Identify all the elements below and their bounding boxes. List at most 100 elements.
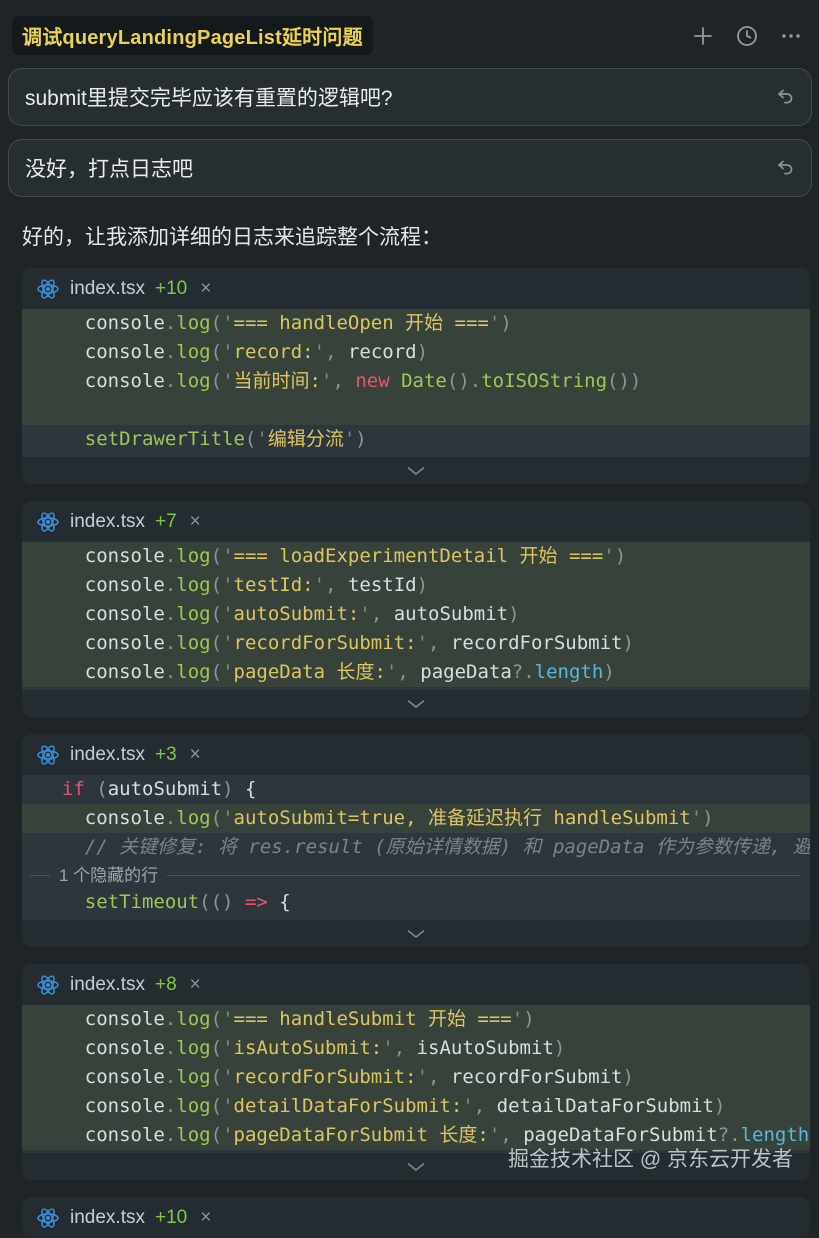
code-block-header: index.tsx +8 ×: [22, 964, 810, 1005]
code-token: log: [176, 661, 210, 683]
code-token: [39, 428, 85, 450]
code-token: setDrawerTitle: [85, 428, 245, 450]
collapsed-lines-indicator[interactable]: 1 个隐藏的行: [22, 862, 810, 888]
user-message: 没好，打点日志吧: [8, 139, 812, 197]
more-icon[interactable]: [779, 24, 803, 48]
code-line: console.log('=== handleSubmit 开始 ==='): [22, 1005, 810, 1034]
diff-added-count: +3: [155, 744, 177, 766]
code-token: ': [222, 545, 233, 567]
file-name[interactable]: index.tsx: [70, 511, 145, 533]
code-token: recordForSubmit:: [234, 632, 417, 654]
code-token: ().: [447, 370, 481, 392]
code-block-header: index.tsx +3 ×: [22, 734, 810, 775]
code-token: 编辑分流: [268, 428, 344, 450]
react-icon: [36, 1206, 60, 1230]
code-token: (: [211, 312, 222, 334]
code-line: console.log('pageData 长度:', pageData?.le…: [22, 658, 810, 687]
chevron-down-icon: [407, 699, 425, 709]
close-icon[interactable]: ×: [190, 974, 201, 996]
code-token: (: [211, 1008, 222, 1030]
code-token: console: [39, 603, 165, 625]
code-token: ): [508, 603, 519, 625]
code-token: (: [211, 545, 222, 567]
code-token: ,: [325, 341, 348, 363]
code-token: console: [39, 312, 165, 334]
code-token: ': [489, 1124, 500, 1146]
user-message: submit里提交完毕应该有重置的逻辑吧?: [8, 68, 812, 126]
code-token: ,: [397, 661, 420, 683]
code-token: isAutoSubmit:: [234, 1037, 383, 1059]
code-lines: console.log('=== handleOpen 开始 ===') con…: [22, 309, 810, 457]
file-name[interactable]: index.tsx: [70, 1207, 145, 1229]
code-token: ': [386, 661, 397, 683]
expand-code-button[interactable]: [22, 920, 810, 947]
code-token: ): [554, 1037, 565, 1059]
code-line: console.log('recordForSubmit:', recordFo…: [22, 629, 810, 658]
code-token: ': [222, 370, 233, 392]
code-token: console: [39, 661, 165, 683]
file-name[interactable]: index.tsx: [70, 974, 145, 996]
code-token: ': [603, 545, 614, 567]
code-token: ): [623, 1066, 634, 1088]
plus-icon[interactable]: [691, 24, 715, 48]
code-token: log: [176, 1066, 210, 1088]
code-block-header: index.tsx +10 ×: [22, 1197, 810, 1238]
code-token: log: [176, 807, 210, 829]
chevron-down-icon: [407, 1162, 425, 1172]
code-line: console.log('当前时间:', new Date().toISOStr…: [22, 367, 810, 396]
code-block-header: index.tsx +7 ×: [22, 501, 810, 542]
code-token: .: [165, 370, 176, 392]
code-diff-block: index.tsx +10 × console.log('=== handleO…: [22, 268, 810, 484]
code-token: length: [535, 661, 604, 683]
code-token: === handleSubmit 开始 ===: [234, 1008, 512, 1030]
code-token: .: [165, 1037, 176, 1059]
code-token: log: [176, 545, 210, 567]
code-token: pageData: [420, 661, 512, 683]
session-title[interactable]: 调试queryLandingPageList延时问题: [12, 16, 373, 55]
history-icon[interactable]: [735, 24, 759, 48]
code-token: === handleOpen 开始 ===: [234, 312, 489, 334]
code-token: log: [176, 370, 210, 392]
code-token: if: [62, 778, 85, 800]
code-token: log: [176, 1124, 210, 1146]
code-token: console: [39, 341, 165, 363]
code-line: console.log('autoSubmit:', autoSubmit): [22, 600, 810, 629]
code-token: .: [165, 545, 176, 567]
file-name[interactable]: index.tsx: [70, 744, 145, 766]
code-token: (: [211, 1037, 222, 1059]
code-token: ): [809, 1124, 810, 1146]
close-icon[interactable]: ×: [200, 278, 211, 300]
code-token: detailDataForSubmit: [497, 1095, 714, 1117]
code-token: recordForSubmit: [451, 632, 623, 654]
close-icon[interactable]: ×: [190, 744, 201, 766]
collapsed-lines-label: 1 个隐藏的行: [59, 862, 158, 888]
code-token: ': [314, 341, 325, 363]
expand-code-button[interactable]: [22, 690, 810, 717]
code-token: ,: [371, 603, 394, 625]
code-diff-block: index.tsx +3 × if (autoSubmit) { console…: [22, 734, 810, 947]
close-icon[interactable]: ×: [200, 1207, 211, 1229]
code-token: (: [211, 603, 222, 625]
code-token: ): [615, 545, 626, 567]
code-token: ': [417, 1066, 428, 1088]
code-token: ': [222, 1124, 233, 1146]
code-token: .: [165, 1008, 176, 1030]
expand-code-button[interactable]: [22, 457, 810, 484]
file-name[interactable]: index.tsx: [70, 278, 145, 300]
undo-icon[interactable]: [773, 85, 797, 109]
code-token: autoSubmit: [394, 603, 508, 625]
code-token: (: [211, 370, 222, 392]
code-token: ': [691, 807, 702, 829]
chevron-down-icon: [407, 929, 425, 939]
code-token: ): [500, 312, 511, 334]
close-icon[interactable]: ×: [190, 511, 201, 533]
code-token: .: [165, 632, 176, 654]
code-token: pageData 长度:: [234, 661, 386, 683]
code-token: ((): [199, 891, 233, 913]
chevron-down-icon: [407, 466, 425, 476]
code-token: autoSubmit=true, 准备延迟执行 handleSubmit: [234, 807, 691, 829]
code-token: testId: [348, 574, 417, 596]
undo-icon[interactable]: [773, 156, 797, 180]
top-bar: 调试queryLandingPageList延时问题: [0, 0, 819, 55]
code-token: console: [39, 632, 165, 654]
